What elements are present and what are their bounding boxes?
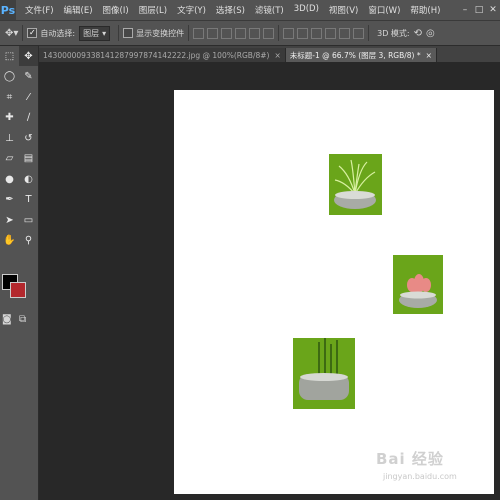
document-canvas[interactable]	[174, 90, 494, 494]
close-tab-icon[interactable]: ×	[274, 51, 280, 60]
background-color-swatch[interactable]	[10, 282, 26, 298]
menu-layer[interactable]: 图层(L)	[134, 4, 172, 16]
quick-select-icon[interactable]: ✎	[19, 67, 38, 87]
minimize-button[interactable]: –	[458, 5, 472, 15]
tool-row: ⬚ ✥	[0, 46, 38, 67]
zoom-icon[interactable]: ⚲	[19, 231, 38, 251]
eyedropper-icon[interactable]: ⁄	[19, 87, 38, 107]
quick-mask-icon[interactable]: ◙	[2, 314, 12, 325]
menu-help[interactable]: 帮助(H)	[405, 4, 445, 16]
auto-select-checkbox[interactable]: ✓	[27, 28, 38, 38]
tab-document-jpg[interactable]: 143000009338141287997874142222.jpg @ 100…	[39, 48, 286, 62]
menu-select[interactable]: 选择(S)	[211, 4, 250, 16]
align-bottom-icon[interactable]	[221, 27, 233, 39]
document-tab-bar: 143000009338141287997874142222.jpg @ 100…	[39, 46, 500, 62]
menu-view[interactable]: 视图(V)	[324, 4, 363, 16]
eraser-icon[interactable]: ▱	[0, 149, 19, 169]
lasso-icon[interactable]: ◯	[0, 67, 19, 87]
3d-mode-label: 3D 模式:	[377, 28, 410, 38]
watermark-url: jingyan.baidu.com	[383, 472, 457, 481]
auto-select-target-dropdown[interactable]: 图层 ▾	[79, 25, 111, 41]
gradient-icon[interactable]: ▤	[19, 149, 38, 169]
close-window-button[interactable]: ✕	[486, 5, 500, 15]
align-top-icon[interactable]	[193, 27, 205, 39]
show-transform-checkbox[interactable]	[123, 28, 134, 38]
clone-stamp-icon[interactable]: ⊥	[0, 128, 19, 148]
menu-file[interactable]: 文件(F)	[20, 4, 59, 16]
tool-row: ◯ ✎	[0, 67, 38, 88]
restore-button[interactable]: □	[472, 5, 486, 15]
tab-document-untitled[interactable]: 未标题-1 @ 66.7% (图层 3, RGB/8) * ×	[285, 48, 437, 62]
tool-row: ➤ ▭	[0, 210, 38, 231]
align-hcenter-icon[interactable]	[249, 27, 261, 39]
menu-image[interactable]: 图像(I)	[98, 4, 134, 16]
menu-type[interactable]: 文字(Y)	[172, 4, 211, 16]
tool-row: ● ◐	[0, 169, 38, 190]
type-icon[interactable]: T	[19, 190, 38, 210]
path-select-icon[interactable]: ➤	[0, 210, 19, 230]
show-transform-label: 显示变换控件	[136, 28, 185, 38]
tab-label: 143000009338141287997874142222.jpg @ 100…	[43, 50, 270, 60]
tool-row: ✋ ⚲	[0, 231, 38, 252]
brush-icon[interactable]: ∕	[19, 108, 38, 128]
menu-3d[interactable]: 3D(D)	[289, 4, 324, 16]
screen-mode-icon[interactable]: ⧉	[19, 314, 26, 325]
3d-rotate-icon[interactable]: ⟲	[414, 28, 422, 39]
menu-list: 文件(F) 编辑(E) 图像(I) 图层(L) 文字(Y) 选择(S) 滤镜(T…	[20, 4, 445, 16]
blur-icon[interactable]: ●	[0, 169, 19, 189]
options-bar: ✥▾ ✓ 自动选择: 图层 ▾ 显示变换控件 3D 模式: ⟲ ◎	[0, 21, 500, 46]
layer-image-succulent-plant[interactable]	[393, 255, 443, 314]
bamboo-plant-picture	[293, 338, 355, 409]
distribute-left-icon[interactable]	[325, 27, 337, 39]
tool-row: ⊥ ↺	[0, 128, 38, 149]
dodge-icon[interactable]: ◐	[19, 169, 38, 189]
succulent-plant-picture	[393, 255, 443, 314]
baidu-watermark: Bai 经验	[376, 450, 444, 468]
distribute-buttons	[283, 27, 365, 39]
marquee-icon[interactable]: ⬚	[0, 46, 19, 66]
crop-icon[interactable]: ⌗	[0, 87, 19, 107]
move-icon[interactable]: ✥	[19, 46, 38, 66]
photoshop-logo: Ps	[0, 0, 16, 20]
pen-icon[interactable]: ✒	[0, 190, 19, 210]
tab-label: 未标题-1 @ 66.7% (图层 3, RGB/8) *	[289, 50, 421, 60]
3d-roll-icon[interactable]: ◎	[426, 28, 435, 39]
tools-panel: ⬚ ✥ ◯ ✎ ⌗ ⁄ ✚ ∕ ⊥ ↺ ▱ ▤ ● ◐ ✒ T ➤ ▭ ✋ ⚲ …	[0, 46, 39, 500]
separator	[278, 25, 280, 41]
history-brush-icon[interactable]: ↺	[19, 128, 38, 148]
auto-select-label: 自动选择:	[40, 28, 76, 38]
distribute-top-icon[interactable]	[283, 27, 295, 39]
distribute-hcenter-icon[interactable]	[339, 27, 351, 39]
tool-row: ✒ T	[0, 190, 38, 211]
chevron-down-icon: ▾	[102, 28, 107, 38]
menu-bar: Ps 文件(F) 编辑(E) 图像(I) 图层(L) 文字(Y) 选择(S) 滤…	[0, 0, 500, 21]
separator	[22, 25, 24, 41]
separator	[188, 25, 190, 41]
menu-window[interactable]: 窗口(W)	[363, 4, 405, 16]
distribute-vcenter-icon[interactable]	[297, 27, 309, 39]
menu-edit[interactable]: 编辑(E)	[59, 4, 98, 16]
menu-filter[interactable]: 滤镜(T)	[250, 4, 289, 16]
window-controls: – □ ✕	[458, 5, 500, 15]
separator	[118, 25, 120, 41]
tool-row: ⌗ ⁄	[0, 87, 38, 108]
align-buttons	[193, 27, 275, 39]
separator	[368, 25, 370, 41]
healing-brush-icon[interactable]: ✚	[0, 108, 19, 128]
align-right-icon[interactable]	[263, 27, 275, 39]
layer-image-bamboo-plant[interactable]	[293, 338, 355, 409]
align-left-icon[interactable]	[235, 27, 247, 39]
tool-row: ✚ ∕	[0, 108, 38, 129]
align-vcenter-icon[interactable]	[207, 27, 219, 39]
layer-image-grass-plant[interactable]	[329, 154, 382, 215]
distribute-right-icon[interactable]	[353, 27, 365, 39]
move-tool-preset-icon[interactable]: ✥▾	[5, 28, 18, 39]
tool-row: ▱ ▤	[0, 149, 38, 170]
distribute-bottom-icon[interactable]	[311, 27, 323, 39]
grass-plant-picture	[329, 154, 382, 215]
close-tab-icon[interactable]: ×	[426, 51, 432, 60]
hand-icon[interactable]: ✋	[0, 231, 19, 251]
shape-icon[interactable]: ▭	[19, 210, 38, 230]
dropdown-value: 图层	[83, 28, 100, 38]
